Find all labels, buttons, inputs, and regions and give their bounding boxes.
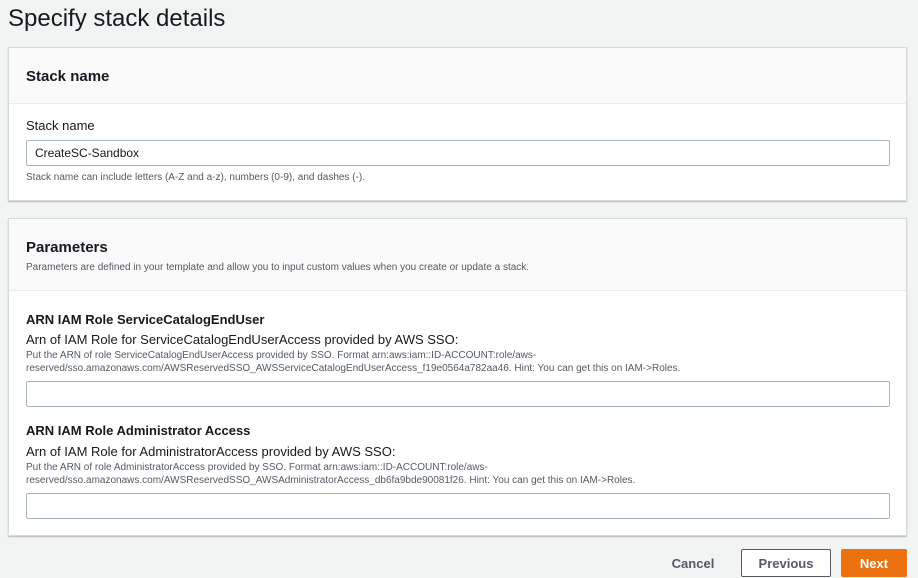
parameters-panel-title: Parameters xyxy=(26,239,108,256)
parameters-description: Parameters are defined in your template … xyxy=(26,262,530,273)
stack-name-panel-header: Stack name xyxy=(9,48,906,104)
next-button[interactable]: Next xyxy=(841,549,907,577)
previous-button[interactable]: Previous xyxy=(741,549,831,577)
parameters-panel: Parameters Parameters are defined in you… xyxy=(8,218,907,536)
param-name-servicecatalog: ARN IAM Role ServiceCatalogEndUser xyxy=(26,312,265,327)
stack-name-label: Stack name xyxy=(26,118,95,133)
stack-name-panel-title: Stack name xyxy=(26,68,110,85)
param-label-administrator: Arn of IAM Role for AdministratorAccess … xyxy=(26,444,396,459)
page-title: Specify stack details xyxy=(8,5,226,32)
stack-name-input[interactable]: CreateSC-Sandbox xyxy=(26,140,890,166)
param-name-administrator: ARN IAM Role Administrator Access xyxy=(26,423,251,438)
cancel-button[interactable]: Cancel xyxy=(664,549,722,577)
param-help-administrator-line1: Put the ARN of role AdministratorAccess … xyxy=(26,462,488,473)
servicecatalog-role-arn-input[interactable] xyxy=(26,381,890,407)
administrator-role-arn-input[interactable] xyxy=(26,493,890,519)
stack-name-panel: Stack name Stack name CreateSC-Sandbox S… xyxy=(8,47,907,201)
parameters-panel-header: Parameters Parameters are defined in you… xyxy=(9,219,906,291)
stack-name-hint: Stack name can include letters (A-Z and … xyxy=(26,172,366,183)
param-help-administrator-line2: reserved/sso.amazonaws.com/AWSReservedSS… xyxy=(26,475,636,486)
param-help-servicecatalog-line1: Put the ARN of role ServiceCatalogEndUse… xyxy=(26,350,537,361)
param-help-servicecatalog-line2: reserved/sso.amazonaws.com/AWSReservedSS… xyxy=(26,363,681,374)
param-label-servicecatalog: Arn of IAM Role for ServiceCatalogEndUse… xyxy=(26,332,459,347)
